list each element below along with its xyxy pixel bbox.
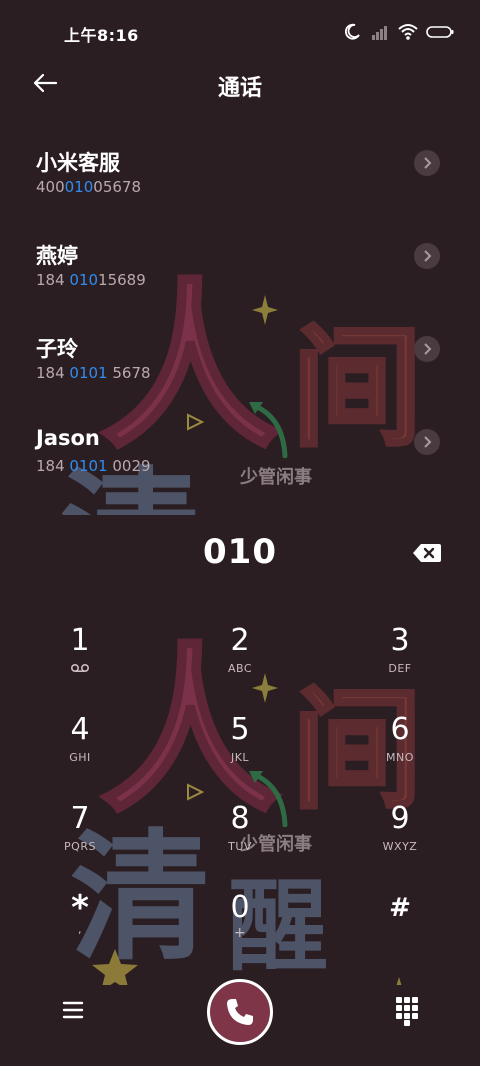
number-match: 0101	[69, 457, 108, 475]
key-digit: 7	[70, 801, 90, 836]
key-digit: 0	[230, 890, 250, 925]
key-2[interactable]: 2 ABC	[180, 624, 300, 704]
chevron-right-icon	[424, 250, 432, 262]
wifi-icon	[398, 24, 418, 40]
key-digit: *	[71, 888, 89, 928]
contact-number: 40001005678	[36, 178, 141, 196]
number-prefix: 184	[36, 457, 70, 475]
key-letters: +	[233, 925, 247, 941]
key-letters: MNO	[386, 751, 414, 764]
key-digit: 3	[390, 623, 410, 658]
key-digit: 4	[70, 712, 90, 747]
chevron-right-icon	[424, 436, 432, 448]
key-letters: WXYZ	[382, 840, 418, 853]
contact-name: 燕婷	[36, 244, 78, 268]
contact-detail-button[interactable]	[414, 336, 440, 362]
key-letters: DEF	[388, 662, 412, 675]
contact-detail-button[interactable]	[414, 150, 440, 176]
key-3[interactable]: 3 DEF	[340, 624, 460, 704]
contact-number: 184 0101 5678	[36, 364, 151, 382]
key-1[interactable]: 1	[20, 624, 140, 704]
contact-number: 184 01015689	[36, 271, 146, 289]
call-button[interactable]	[207, 979, 273, 1045]
signal-icon	[372, 26, 387, 40]
status-time: 上午8:16	[64, 26, 139, 45]
contact-list: 小米客服 40001005678 燕婷 184 01015689 子玲 184 …	[0, 133, 480, 515]
key-9[interactable]: 9 WXYZ	[340, 802, 460, 882]
contact-detail-button[interactable]	[414, 429, 440, 455]
voicemail-icon	[70, 663, 90, 673]
key-hash[interactable]: #	[340, 891, 460, 971]
key-6[interactable]: 6 MNO	[340, 713, 460, 793]
battery-icon	[426, 26, 454, 38]
number-suffix: 5678	[107, 364, 151, 382]
header: 通话	[0, 62, 480, 106]
contact-item[interactable]: 子玲 184 0101 5678	[0, 319, 480, 399]
phone-icon	[227, 999, 253, 1025]
contact-name: Jason	[36, 426, 100, 450]
number-prefix: 400	[36, 178, 65, 196]
key-4[interactable]: 4 GHI	[20, 713, 140, 793]
key-letters: TUV	[228, 840, 252, 853]
contact-name: 子玲	[36, 337, 78, 361]
number-match: 0101	[69, 364, 108, 382]
key-letters: PQRS	[64, 840, 96, 853]
contact-name: 小米客服	[36, 151, 120, 175]
key-8[interactable]: 8 TUV	[180, 802, 300, 882]
number-prefix: 184	[36, 271, 70, 289]
moon-icon	[344, 23, 360, 40]
contact-item[interactable]: 燕婷 184 01015689	[0, 226, 480, 306]
key-letters: JKL	[230, 751, 250, 764]
key-digit: #	[389, 893, 411, 923]
contact-detail-button[interactable]	[414, 243, 440, 269]
key-7[interactable]: 7 PQRS	[20, 802, 140, 882]
number-prefix: 184	[36, 364, 70, 382]
key-letters: GHI	[69, 751, 91, 764]
page-title: 通话	[217, 76, 262, 101]
sparkle-icon	[396, 977, 402, 985]
number-suffix: 15689	[98, 271, 146, 289]
number-match: 010	[64, 178, 94, 196]
dialpad-toggle-button[interactable]	[394, 996, 420, 1026]
chevron-right-icon	[424, 343, 432, 355]
menu-icon	[62, 1001, 84, 1019]
key-digit: 6	[390, 712, 410, 747]
dialed-number-display: 010	[203, 532, 277, 572]
key-star[interactable]: * ,	[20, 891, 140, 971]
status-bar: 上午8:16	[0, 0, 480, 62]
key-0[interactable]: 0 +	[180, 891, 300, 971]
key-digit: 5	[230, 712, 250, 747]
key-letters: ,	[78, 923, 82, 936]
key-digit: 8	[230, 801, 250, 836]
key-letters: ABC	[227, 662, 253, 675]
backspace-icon	[413, 544, 441, 562]
chevron-right-icon	[424, 157, 432, 169]
key-digit: 1	[70, 623, 90, 658]
number-suffix: 0029	[107, 457, 151, 475]
contact-item[interactable]: 小米客服 40001005678	[0, 133, 480, 213]
number-match: 010	[69, 271, 99, 289]
contact-item[interactable]: Jason 184 0101 0029	[0, 412, 480, 492]
key-5[interactable]: 5 JKL	[180, 713, 300, 793]
key-digit: 2	[230, 623, 250, 658]
number-suffix: 05678	[93, 178, 141, 196]
key-digit: 9	[390, 801, 410, 836]
menu-button[interactable]	[60, 997, 86, 1023]
backspace-button[interactable]	[412, 542, 442, 564]
contact-number: 184 0101 0029	[36, 457, 151, 475]
dialpad-icon	[396, 997, 418, 1026]
status-icons	[342, 22, 454, 42]
